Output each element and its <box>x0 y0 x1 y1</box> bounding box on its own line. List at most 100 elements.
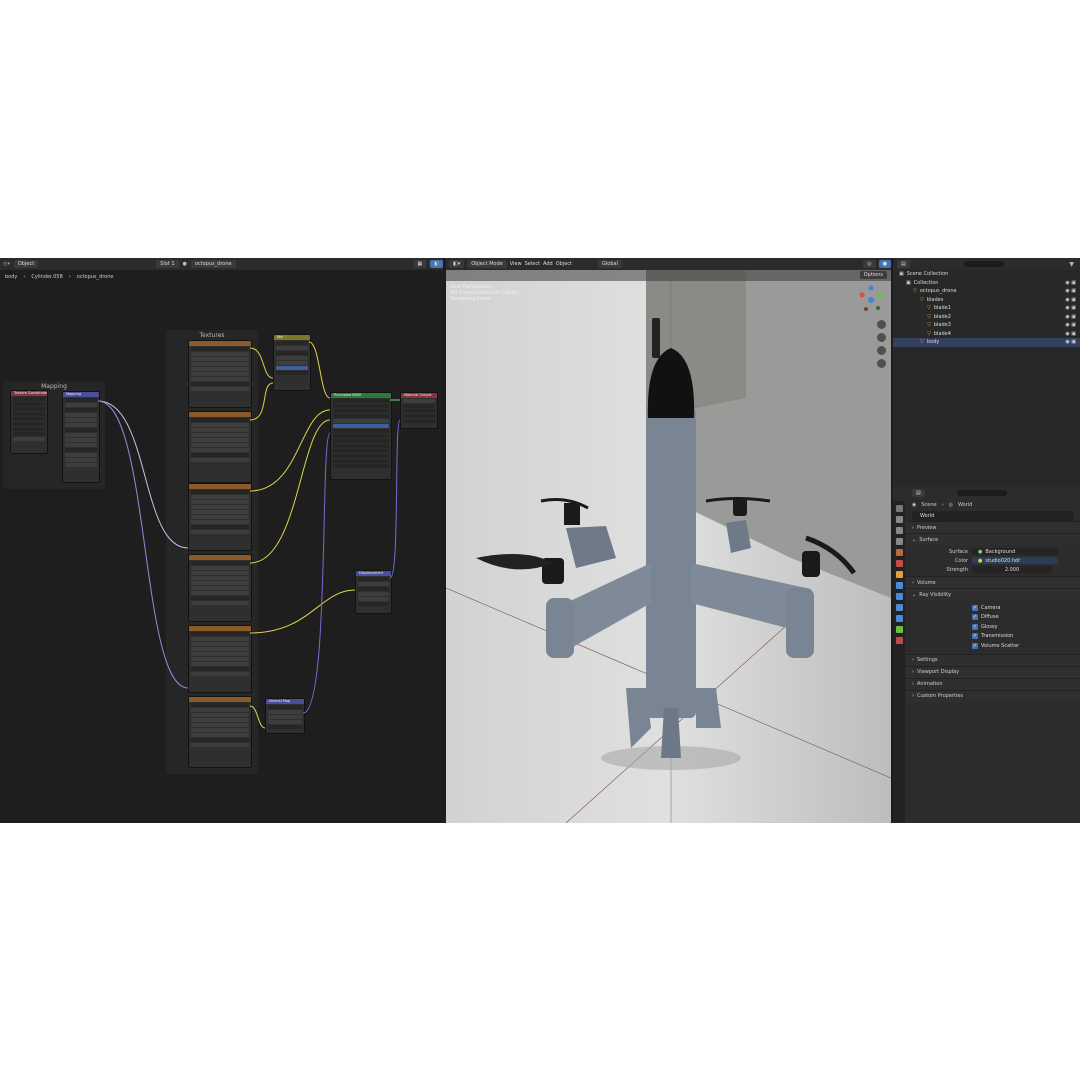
outliner-row[interactable]: ▽ blades ◉ ▣ <box>893 296 1080 305</box>
3d-viewport[interactable]: ◧▾ Object Mode View Select Add Object Gl… <box>446 258 891 823</box>
viewport-display-panel[interactable]: › Viewport Display <box>906 665 1080 678</box>
outliner-display-icon[interactable]: ▤ <box>897 260 910 268</box>
view-layer-tab-icon[interactable] <box>895 538 903 545</box>
outliner-row[interactable]: ▽ blade2 ◉ ▣ <box>893 313 1080 322</box>
checkbox-checked-icon[interactable]: ✓ <box>972 614 978 621</box>
navigation-gizmo[interactable] <box>854 283 888 317</box>
visibility-toggles[interactable]: ◉ ▣ <box>1065 280 1076 286</box>
checkbox-checked-icon[interactable]: ✓ <box>972 623 978 630</box>
surface-panel[interactable]: ⌄ Surface <box>906 533 1080 545</box>
ray-visibility-checkbox-row[interactable]: ✓ Volume Scatter <box>906 641 1080 651</box>
constraints-tab-icon[interactable] <box>895 615 903 622</box>
properties-search-input[interactable] <box>956 490 1007 496</box>
shading-rendered-icon[interactable]: ● <box>878 260 891 268</box>
ray-visibility-checkbox-row[interactable]: ✓ Glossy <box>906 622 1080 632</box>
checkbox-checked-icon[interactable]: ✓ <box>972 633 978 640</box>
physics-tab-icon[interactable] <box>895 604 903 611</box>
image-texture-node-2[interactable] <box>188 411 252 483</box>
image-texture-node-1[interactable] <box>188 340 252 408</box>
mode-dropdown[interactable]: Object Mode <box>467 260 507 268</box>
image-texture-node-4[interactable] <box>188 554 252 622</box>
tool-tab-icon[interactable] <box>895 505 903 512</box>
scene-tab-icon[interactable] <box>895 549 903 556</box>
ray-visibility-panel[interactable]: ⌄ Ray Visibility <box>906 588 1080 600</box>
zoom-icon[interactable] <box>877 320 886 329</box>
visibility-toggles[interactable]: ◉ ▣ <box>1065 314 1076 320</box>
outliner-row[interactable]: ▽ blade1 ◉ ▣ <box>893 304 1080 313</box>
image-texture-node-3[interactable] <box>188 483 252 551</box>
pan-icon[interactable] <box>877 333 886 342</box>
ortho-toggle-icon[interactable] <box>877 359 886 368</box>
world-datablock-field[interactable]: World <box>912 511 1074 521</box>
properties-editor[interactable]: ▤ ◉ Scene › ◎ World World › Preview ⌄ Surf… <box>893 487 1080 823</box>
outliner-row[interactable]: ▽ blade3 ◉ ▣ <box>893 321 1080 330</box>
particles-tab-icon[interactable] <box>895 593 903 600</box>
outliner[interactable]: ▤ ▼ ▣ Scene Collection ▣ Collection ◉ ▣ ▽ octo… <box>893 258 1080 486</box>
checkbox-label: Glossy <box>981 623 998 630</box>
outliner-row[interactable]: ▽ octopus_drone ◉ ▣ <box>893 287 1080 296</box>
image-texture-node-6[interactable] <box>188 696 252 768</box>
menu-object[interactable]: Object <box>556 261 572 267</box>
visibility-toggles[interactable]: ◉ ▣ <box>1065 297 1076 303</box>
visibility-toggles[interactable]: ◉ ▣ <box>1065 305 1076 311</box>
preview-panel[interactable]: › Preview <box>906 521 1080 533</box>
texture-coordinate-node[interactable]: Texture Coordinate <box>10 390 48 454</box>
outliner-row[interactable]: ▽ body ◉ ▣ <box>893 338 1080 347</box>
ray-visibility-checkbox-row[interactable]: ✓ Camera <box>906 603 1080 613</box>
surface-shader-field[interactable]: ● Background <box>972 548 1058 555</box>
overlay-icon[interactable]: ◧ <box>430 260 443 268</box>
ray-visibility-checkbox-row[interactable]: ✓ Diffuse <box>906 613 1080 623</box>
animation-panel[interactable]: › Animation <box>906 677 1080 690</box>
displacement-node[interactable]: Displacement <box>355 570 392 614</box>
menu-add[interactable]: Add <box>543 261 553 267</box>
pin-icon[interactable]: ▦ <box>413 260 427 268</box>
shader-node-editor[interactable]: ◴▾ Object Slot 1 ● octopus_drone ▦ ◧ bod… <box>0 258 443 823</box>
principled-header: Principled BSDF <box>331 393 391 398</box>
settings-panel[interactable]: › Settings <box>906 653 1080 666</box>
shading-solid-icon[interactable]: ◎ <box>863 260 876 268</box>
visibility-toggles[interactable]: ◉ ▣ <box>1065 339 1076 345</box>
options-button[interactable]: Options <box>859 271 887 279</box>
viewport-header: ◧▾ Object Mode View Select Add Object Gl… <box>446 258 891 270</box>
outliner-row[interactable]: ▽ blade4 ◉ ▣ <box>893 330 1080 339</box>
editor-type-icon[interactable]: ◴▾ <box>3 261 10 267</box>
object-dropdown[interactable]: Object <box>13 260 39 268</box>
checkbox-checked-icon[interactable]: ✓ <box>972 642 978 649</box>
editor-type-button[interactable]: ◧▾ <box>449 260 465 268</box>
material-output-node[interactable]: Material Output <box>400 392 438 429</box>
menu-view[interactable]: View <box>510 261 522 267</box>
render-tab-icon[interactable] <box>895 516 903 523</box>
visibility-toggles[interactable]: ◉ ▣ <box>1065 288 1076 294</box>
normal-map-node[interactable]: Normal Map <box>265 698 305 734</box>
object-icon: ▽ <box>920 339 924 346</box>
slot-dropdown[interactable]: Slot 1 <box>156 260 179 268</box>
outliner-row[interactable]: ▣ Scene Collection <box>893 270 1080 279</box>
outliner-search-input[interactable] <box>963 261 1004 267</box>
mix-node[interactable]: Mix <box>273 334 311 391</box>
material-tab-icon[interactable] <box>895 637 903 644</box>
mapping-node[interactable]: Mapping <box>62 391 100 483</box>
strength-field[interactable]: 2.000 <box>972 566 1052 573</box>
ray-visibility-checkbox-row[interactable]: ✓ Transmission <box>906 632 1080 642</box>
output-tab-icon[interactable] <box>895 527 903 534</box>
menu-select[interactable]: Select <box>525 261 540 267</box>
color-texture-field[interactable]: ● studio020.hdr <box>972 557 1058 564</box>
principled-bsdf-node[interactable]: Principled BSDF <box>330 392 392 480</box>
world-tab-icon[interactable] <box>895 560 903 567</box>
volume-panel[interactable]: › Volume <box>906 576 1080 588</box>
filter-icon[interactable]: ▼ <box>1069 261 1080 268</box>
orientation-dropdown[interactable]: Global <box>598 260 622 268</box>
material-name-field[interactable]: octopus_drone <box>190 260 236 268</box>
checkbox-checked-icon[interactable]: ✓ <box>972 604 978 611</box>
object-tab-icon[interactable] <box>895 571 903 578</box>
visibility-toggles[interactable]: ◉ ▣ <box>1065 331 1076 337</box>
properties-type-icon[interactable]: ▤ <box>912 489 925 497</box>
image-texture-node-5[interactable] <box>188 625 252 693</box>
custom-properties-panel[interactable]: › Custom Properties <box>906 689 1080 702</box>
visibility-toggles[interactable]: ◉ ▣ <box>1065 322 1076 328</box>
modifier-tab-icon[interactable] <box>895 582 903 589</box>
outliner-row[interactable]: ▣ Collection ◉ ▣ <box>893 279 1080 288</box>
viewport-info-status: Rendering Done <box>450 296 491 302</box>
data-tab-icon[interactable] <box>895 626 903 633</box>
camera-view-icon[interactable] <box>877 346 886 355</box>
